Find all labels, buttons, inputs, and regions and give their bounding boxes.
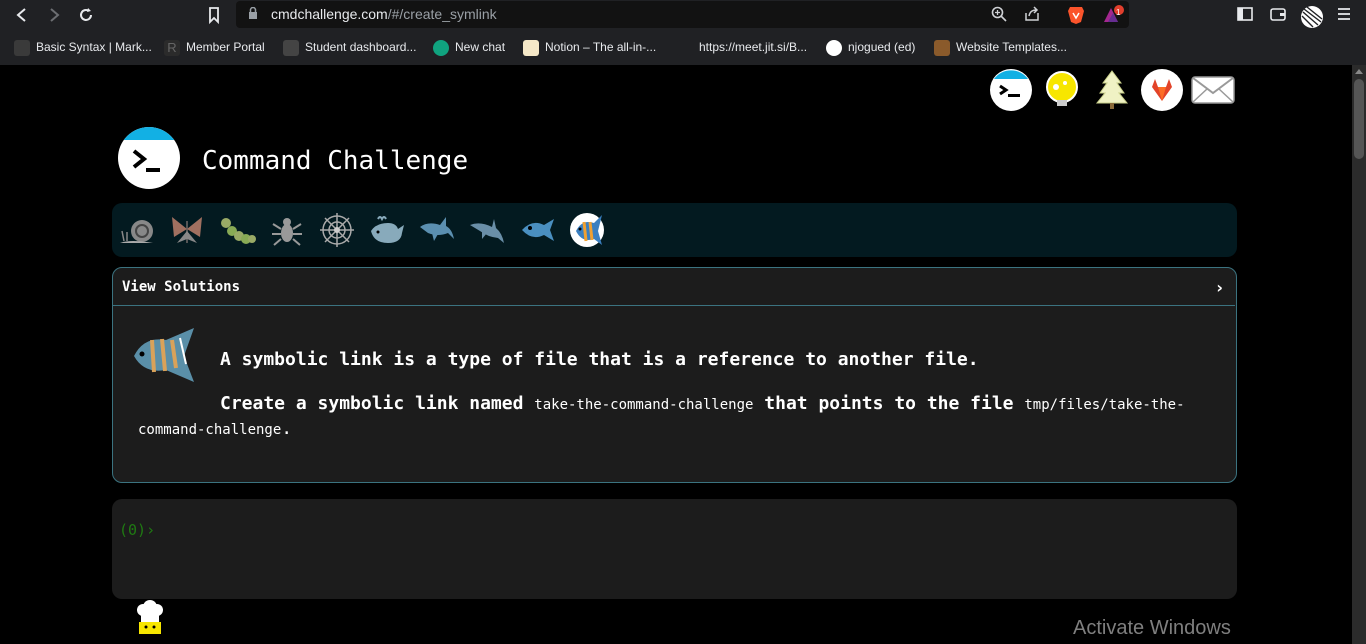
challenge-task: Create a symbolic link named take-the-co… (138, 392, 1218, 442)
jitsi-icon (677, 39, 693, 56)
bookmark-item[interactable]: Website Templates... (934, 38, 1067, 56)
bookmark-icon[interactable] (204, 5, 224, 25)
snail-icon[interactable] (118, 211, 156, 249)
markdown-icon (14, 39, 30, 56)
templates-icon (934, 39, 950, 56)
address-bar[interactable]: cmdchallenge.com/#/create_symlink 1 (236, 1, 1129, 28)
activate-windows-watermark: Activate Windows (1073, 617, 1231, 639)
r-icon: R (164, 39, 180, 56)
page-scrollbar[interactable] (1352, 65, 1366, 644)
mail-icon[interactable] (1190, 69, 1236, 111)
level-progress-bar (112, 203, 1237, 257)
forward-icon[interactable] (44, 5, 64, 25)
back-icon[interactable] (12, 5, 32, 25)
bookmark-item[interactable]: R Member Portal (164, 38, 265, 56)
zoom-icon[interactable] (989, 5, 1009, 25)
terminal-input[interactable]: (0)› (112, 499, 1237, 599)
chatgpt-icon (433, 39, 449, 56)
angelfish-icon (134, 328, 194, 382)
bookmark-item[interactable]: New chat (433, 38, 505, 56)
task-link-name: take-the-command-challenge (534, 397, 754, 413)
bookmark-item[interactable]: Notion – The all-in-... (523, 38, 656, 56)
lightbulb-icon[interactable] (1041, 69, 1083, 111)
github-icon (826, 39, 842, 56)
scroll-up-icon[interactable] (1355, 69, 1363, 74)
whale-icon[interactable] (368, 211, 406, 249)
angelfish-icon[interactable] (568, 211, 606, 249)
dolphin-icon[interactable] (468, 211, 506, 249)
profile-avatar-icon[interactable] (1299, 5, 1325, 28)
view-solutions-toggle[interactable]: View Solutions › (113, 268, 1235, 306)
url-text: cmdchallenge.com/#/create_symlink (271, 6, 497, 22)
prompt-logo-icon (132, 149, 160, 172)
chef-icon (137, 600, 163, 634)
challenge-intro: A symbolic link is a type of file that i… (220, 349, 979, 370)
sidebar-icon[interactable] (1235, 5, 1255, 25)
task-suffix: . (281, 418, 293, 439)
share-icon[interactable] (1022, 5, 1042, 25)
gitlab-icon[interactable] (1141, 69, 1183, 111)
task-prefix: Create a symbolic link named (220, 393, 535, 414)
view-solutions-label: View Solutions (122, 279, 241, 295)
rewards-badge: 1 (1116, 8, 1121, 17)
shark-icon[interactable] (418, 211, 456, 249)
butterfly-icon[interactable] (168, 211, 206, 249)
spider-web-icon[interactable] (318, 211, 356, 249)
browser-toolbar: cmdchallenge.com/#/create_symlink 1 (0, 0, 1366, 30)
caterpillar-icon[interactable] (218, 211, 256, 249)
wallet-icon[interactable] (1268, 5, 1288, 25)
bookmark-item[interactable]: Basic Syntax | Mark... (14, 38, 152, 56)
footer-partial-text: _ _ _ _ _ _ _ _ _ _ _ (180, 628, 370, 644)
menu-icon[interactable] (1334, 5, 1354, 25)
tree-icon[interactable] (1091, 69, 1133, 111)
chevron-right-icon: › (1216, 278, 1223, 297)
reload-icon[interactable] (76, 5, 96, 25)
brave-rewards-icon[interactable]: 1 (1102, 5, 1124, 25)
terminal-prompt: (0)› (119, 521, 156, 539)
alx-icon (283, 39, 299, 56)
url-path: /#/create_symlink (387, 6, 497, 22)
bookmark-item[interactable]: Student dashboard... (283, 38, 416, 56)
lock-icon (249, 7, 257, 19)
site-logo[interactable] (118, 127, 180, 189)
task-middle: that points to the file (753, 393, 1025, 414)
challenge-panel: View Solutions › A symbolic link is a ty… (112, 267, 1237, 483)
scrollbar-thumb[interactable] (1354, 79, 1364, 159)
page-title: Command Challenge (202, 146, 469, 176)
fish-icon[interactable] (518, 211, 556, 249)
url-domain: cmdchallenge.com (271, 6, 388, 22)
terminal-icon[interactable] (990, 69, 1032, 111)
bug-icon[interactable] (268, 211, 306, 249)
bookmark-item[interactable]: https://meet.jit.si/B... (677, 38, 807, 56)
bookmark-item[interactable]: njogued (ed) (826, 38, 915, 56)
brave-shield-icon[interactable] (1066, 5, 1086, 25)
bookmarks-bar: Basic Syntax | Mark... R Member Portal St… (0, 30, 1366, 65)
notion-icon (523, 39, 539, 56)
